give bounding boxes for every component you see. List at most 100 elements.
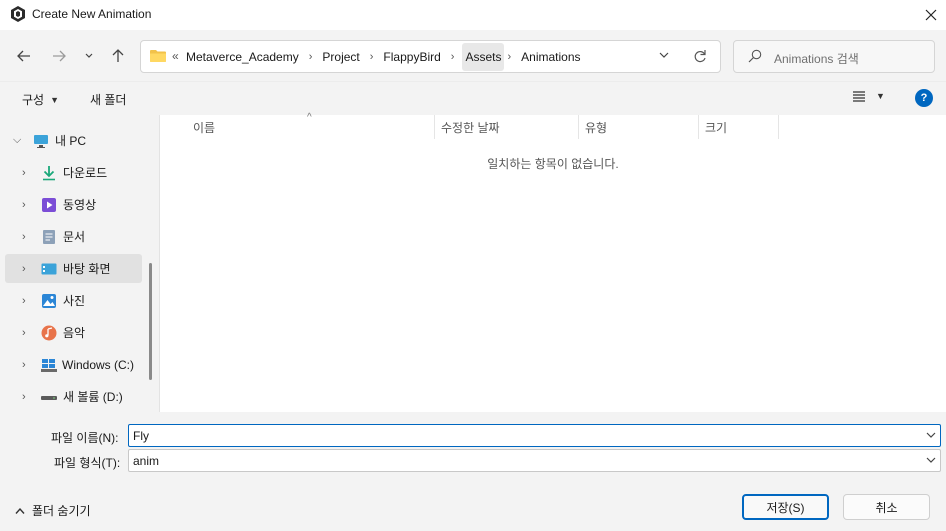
document-icon [43, 230, 55, 244]
sidebar-item-this-pc[interactable]: ⌵ 내 PC [5, 126, 142, 155]
breadcrumb-item[interactable]: Assets [462, 42, 505, 71]
column-header-label: 수정한 날짜 [441, 120, 500, 135]
sidebar-item-label: 사진 [63, 294, 86, 308]
sidebar-item-videos[interactable]: › 동영상 [5, 190, 142, 219]
organize-button[interactable]: 구성 ▼ [22, 91, 59, 108]
chevron-right-icon[interactable]: › [22, 263, 26, 275]
filename-history-button[interactable] [926, 428, 936, 445]
sidebar-item-label: 새 볼륨 (D:) [63, 390, 123, 404]
cancel-button[interactable]: 취소 [843, 494, 930, 520]
recent-locations-button[interactable] [80, 43, 98, 69]
arrow-left-icon [17, 50, 30, 62]
sidebar-item-label: 다운로드 [63, 166, 108, 180]
column-divider[interactable] [434, 115, 435, 139]
sidebar-scrollbar[interactable] [149, 263, 152, 380]
column-header-label: 유형 [585, 120, 608, 135]
refresh-icon [694, 50, 706, 63]
sidebar-item-downloads[interactable]: › 다운로드 [5, 158, 142, 187]
chevron-down-icon [926, 432, 936, 438]
address-history-button[interactable] [659, 48, 669, 65]
drive-icon [41, 396, 57, 400]
filetype-dropdown-button[interactable] [926, 453, 936, 470]
arrow-right-icon [53, 50, 66, 62]
chevron-right-icon[interactable]: › [507, 51, 511, 63]
sidebar-item-label: 바탕 화면 [63, 262, 111, 276]
column-header-date-modified[interactable]: 수정한 날짜 [441, 115, 500, 139]
video-icon [42, 198, 56, 212]
window-title: Create New Animation [32, 7, 152, 21]
sidebar-item-music[interactable]: › 음악 [5, 318, 142, 347]
breadcrumb-item[interactable]: Animations [519, 50, 582, 64]
sidebar-item-label: 음악 [63, 326, 86, 340]
empty-list-message: 일치하는 항목이 없습니다. [487, 157, 619, 171]
sidebar-item-windows-c[interactable]: › Windows (C:) [5, 350, 142, 379]
hide-folders-label: 폴더 숨기기 [32, 504, 91, 518]
breadcrumb-overflow[interactable]: « [172, 49, 179, 63]
column-header-name[interactable]: 이름 [193, 115, 215, 139]
chevron-right-icon[interactable]: › [22, 295, 26, 307]
new-folder-label: 새 폴더 [90, 93, 127, 107]
windows-drive-icon [41, 359, 57, 372]
column-header-size[interactable]: 크기 [705, 115, 727, 139]
sidebar-item-label: Windows (C:) [62, 357, 135, 372]
forward-button[interactable] [47, 43, 71, 69]
sidebar-item-documents[interactable]: › 문서 [5, 222, 142, 251]
chevron-right-icon[interactable]: › [370, 51, 374, 63]
up-button[interactable] [106, 43, 130, 69]
chevron-right-icon[interactable]: › [22, 167, 26, 179]
caret-down-icon: ▼ [876, 91, 885, 101]
chevron-right-icon[interactable]: › [22, 327, 26, 339]
breadcrumb-item[interactable]: Metaverce_Academy [184, 50, 301, 64]
column-header-label: 크기 [705, 120, 728, 135]
breadcrumb-item[interactable]: FlappyBird [381, 50, 442, 64]
organize-label: 구성 [22, 93, 45, 107]
navigation-pane: ⌵ 내 PC › 다운로드 › 동영상 › 문서 › 바탕 화면 › 사진 › … [0, 115, 159, 412]
sidebar-item-pictures[interactable]: › 사진 [5, 286, 142, 315]
back-button[interactable] [12, 43, 36, 69]
chevron-right-icon[interactable]: › [22, 359, 26, 371]
column-divider[interactable] [778, 115, 779, 139]
column-header-type[interactable]: 유형 [585, 115, 607, 139]
navigation-bar: « Metaverce_Academy › Project › FlappyBi… [0, 30, 946, 82]
chevron-right-icon[interactable]: › [22, 199, 26, 211]
desktop-icon [41, 263, 57, 275]
title-bar: Create New Animation [0, 0, 946, 30]
file-list[interactable]: ^ 이름 수정한 날짜 유형 크기 일치하는 항목이 없습니다. [160, 112, 946, 412]
search-placeholder: Animations 검색 [774, 52, 859, 66]
save-button[interactable]: 저장(S) [742, 494, 829, 520]
music-icon [41, 325, 57, 341]
chevron-right-icon[interactable]: › [451, 51, 455, 63]
unity-icon [11, 6, 25, 22]
search-icon [748, 49, 762, 63]
chevron-right-icon[interactable]: › [22, 391, 26, 403]
close-button[interactable] [916, 0, 946, 30]
chevron-right-icon[interactable]: › [22, 231, 26, 243]
search-input[interactable]: Animations 검색 [733, 40, 935, 73]
address-bar[interactable]: « Metaverce_Academy › Project › FlappyBi… [140, 40, 721, 73]
filetype-select[interactable]: anim [128, 449, 941, 472]
new-folder-button[interactable]: 새 폴더 [90, 91, 126, 108]
hide-folders-button[interactable]: 폴더 숨기기 [15, 502, 91, 519]
filename-label: 파일 이름(N): [51, 431, 119, 445]
close-icon [925, 9, 937, 21]
save-form: 파일 이름(N): Fly 파일 형식(T): anim 폴더 숨기기 저장(S… [0, 412, 946, 531]
chevron-down-icon[interactable]: ⌵ [13, 134, 21, 147]
chevron-down-icon [659, 52, 669, 58]
change-view-button[interactable]: ▼ [852, 90, 885, 102]
refresh-button[interactable] [693, 46, 707, 70]
breadcrumb-item[interactable]: Project [320, 50, 361, 64]
column-divider[interactable] [698, 115, 699, 139]
sidebar-item-label: 동영상 [63, 198, 97, 212]
help-button[interactable]: ? [915, 89, 933, 107]
sidebar-item-volume-d[interactable]: › 새 볼륨 (D:) [5, 382, 142, 411]
list-view-icon [853, 91, 865, 102]
filetype-label: 파일 형식(T): [54, 456, 121, 470]
column-divider[interactable] [578, 115, 579, 139]
arrow-up-icon [112, 49, 124, 62]
folder-icon [150, 50, 166, 62]
sidebar-item-label: 문서 [63, 230, 86, 244]
download-icon [43, 166, 55, 181]
filename-field[interactable]: Fly [128, 424, 941, 447]
chevron-right-icon[interactable]: › [309, 51, 313, 63]
sidebar-item-desktop[interactable]: › 바탕 화면 [5, 254, 142, 283]
